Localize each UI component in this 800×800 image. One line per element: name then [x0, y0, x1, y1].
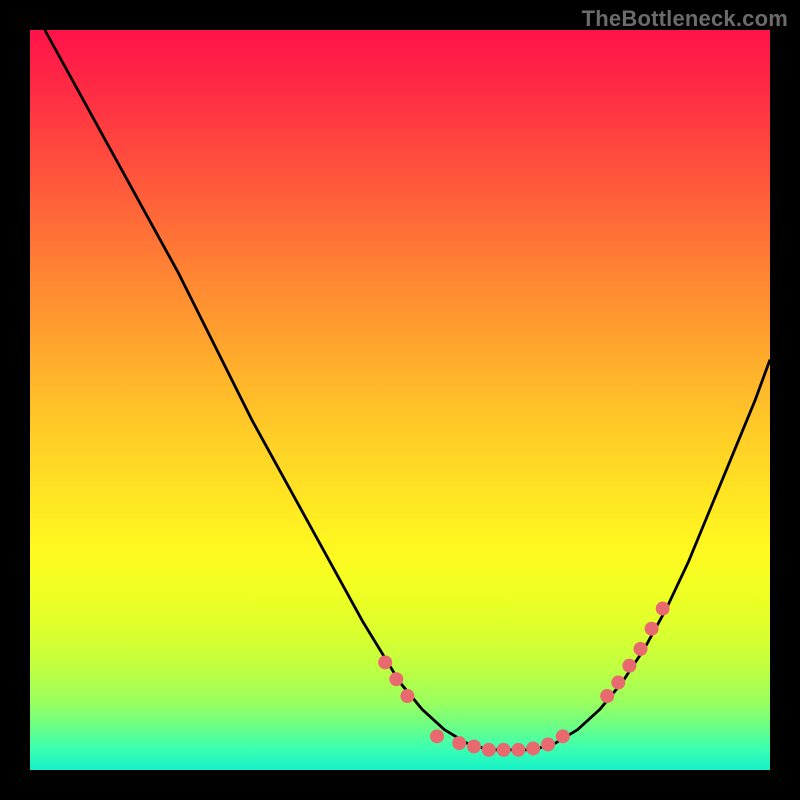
chart-container: TheBottleneck.com [0, 0, 800, 800]
marker-point [400, 689, 414, 703]
marker-group [378, 602, 670, 757]
marker-point [497, 743, 511, 757]
marker-point [378, 655, 392, 669]
marker-point [556, 729, 570, 743]
marker-point [611, 676, 625, 690]
marker-point [467, 739, 481, 753]
marker-point [389, 672, 403, 686]
marker-point [656, 602, 670, 616]
plot-area [30, 30, 770, 770]
marker-point [622, 659, 636, 673]
marker-point [526, 741, 540, 755]
marker-point [430, 729, 444, 743]
marker-point [634, 642, 648, 656]
marker-point [511, 743, 525, 757]
marker-point [541, 737, 555, 751]
marker-point [482, 743, 496, 757]
marker-point [645, 622, 659, 636]
marker-point [452, 736, 466, 750]
bottleneck-curve [45, 30, 770, 750]
watermark-text: TheBottleneck.com [582, 6, 788, 32]
chart-svg [30, 30, 770, 770]
marker-point [600, 689, 614, 703]
